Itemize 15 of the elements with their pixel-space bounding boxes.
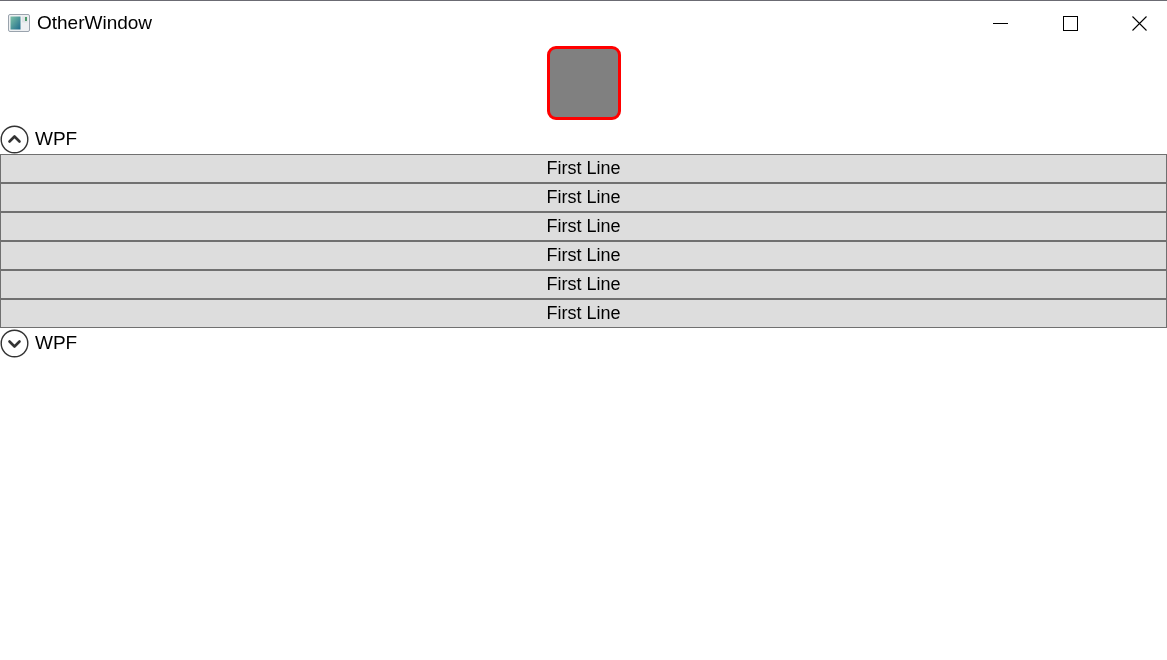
- window-icon: [8, 14, 30, 32]
- expander-header[interactable]: WPF: [0, 328, 78, 358]
- line-button[interactable]: First Line: [0, 154, 1167, 183]
- maximize-icon: [1062, 15, 1078, 31]
- line-button[interactable]: First Line: [0, 212, 1167, 241]
- window-title: OtherWindow: [37, 12, 154, 34]
- line-button[interactable]: First Line: [0, 270, 1167, 299]
- expander-header[interactable]: WPF: [0, 124, 78, 154]
- chevron-down-icon: [0, 328, 29, 358]
- close-icon: [1132, 15, 1147, 31]
- line-button[interactable]: First Line: [0, 183, 1167, 212]
- minimize-icon: [992, 22, 1008, 24]
- line-button[interactable]: First Line: [0, 241, 1167, 270]
- line-button[interactable]: First Line: [0, 299, 1167, 328]
- chevron-up-icon: [0, 124, 29, 154]
